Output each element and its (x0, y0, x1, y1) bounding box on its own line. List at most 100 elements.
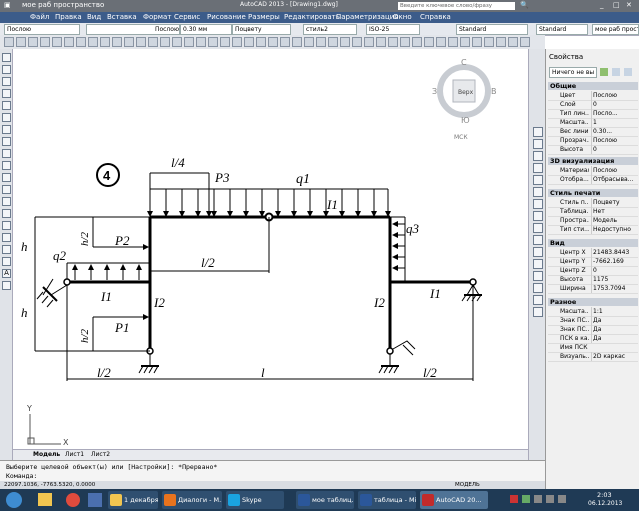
tray-icon[interactable] (522, 495, 530, 503)
menu-format[interactable]: Формат (143, 13, 171, 21)
add-selection-icon[interactable] (600, 68, 608, 76)
spline-icon[interactable] (2, 149, 11, 158)
prop-value[interactable]: Да (591, 316, 639, 325)
tool-icon[interactable] (52, 37, 62, 47)
task-1-dec[interactable]: 1 декабря (108, 491, 158, 509)
copy-icon[interactable] (533, 139, 543, 149)
viewcube-south[interactable]: Ю (461, 116, 470, 125)
tool-icon[interactable] (328, 37, 338, 47)
tab-sheet2[interactable]: Лист2 (91, 451, 110, 458)
tool-icon[interactable] (436, 37, 446, 47)
task-autocad[interactable]: AutoCAD 20... (420, 491, 488, 509)
prop-value[interactable]: Да (591, 325, 639, 334)
section-misc[interactable]: Разное (548, 298, 638, 306)
prop-value[interactable]: Послою (591, 166, 639, 175)
viewcube-north[interactable]: С (461, 58, 467, 67)
clock-date[interactable]: 06.12.2013 (588, 500, 622, 507)
tool-icon[interactable] (76, 37, 86, 47)
prop-value[interactable]: 1:1 (591, 307, 639, 316)
prop-value[interactable]: 0 (591, 145, 639, 154)
point-icon[interactable] (2, 209, 11, 218)
tool-icon[interactable] (232, 37, 242, 47)
section-view[interactable]: Вид (548, 239, 638, 247)
tool-icon[interactable] (16, 37, 26, 47)
tool-icon[interactable] (28, 37, 38, 47)
dimstyle-select[interactable]: ISO-25 (366, 24, 420, 35)
section-plot-style[interactable]: Стиль печати (548, 189, 638, 197)
chamfer-icon[interactable] (533, 283, 543, 293)
prop-value[interactable]: Нет (591, 207, 639, 216)
menu-parametric[interactable]: Параметризация (336, 13, 398, 21)
viewcube-wcs[interactable]: МСК (454, 134, 468, 141)
prop-value[interactable]: Послою (591, 136, 639, 145)
drawing-canvas[interactable]: 4 q1 P3 l/4 q2 q3 P2 P1 l/2 l/2 l l/2 h … (13, 49, 528, 449)
circle-icon[interactable] (2, 125, 11, 134)
prop-value[interactable]: Отбрасыва... (591, 175, 639, 184)
tool-icon[interactable] (388, 37, 398, 47)
tool-icon[interactable] (520, 37, 530, 47)
task-word-1[interactable]: мое таблиц... (296, 491, 354, 509)
menu-file[interactable]: Файл (30, 13, 49, 21)
menu-tools[interactable]: Сервис (174, 13, 200, 21)
text-tool-icon[interactable]: A (2, 269, 11, 278)
tool-icon[interactable] (340, 37, 350, 47)
quick-select-icon[interactable] (624, 68, 632, 76)
polyline-icon[interactable] (2, 77, 11, 86)
prop-value[interactable]: 1175 (591, 275, 639, 284)
line-tool-icon[interactable] (2, 53, 11, 62)
prop-value[interactable]: -7662.169 (591, 257, 639, 266)
menu-view[interactable]: Вид (87, 13, 101, 21)
tool-icon[interactable] (172, 37, 182, 47)
workspace-name[interactable]: мое раб пространство (22, 1, 104, 9)
tool-icon[interactable] (352, 37, 362, 47)
region-icon[interactable] (2, 245, 11, 254)
tool-icon[interactable] (208, 37, 218, 47)
tray-icon[interactable] (510, 495, 518, 503)
plotstyle-select[interactable]: Поцвету (232, 24, 291, 35)
tool-icon[interactable] (412, 37, 422, 47)
tool-icon[interactable] (376, 37, 386, 47)
prop-value[interactable]: Да (591, 334, 639, 343)
viewcube-west[interactable]: З (432, 87, 437, 96)
tab-model[interactable]: Модель (33, 451, 60, 458)
linetype-select[interactable]: Послою (86, 24, 180, 35)
lineweight-select[interactable]: 0.30 мм (180, 24, 232, 35)
prop-value[interactable]: Недоступно (591, 225, 639, 234)
array-icon[interactable] (533, 175, 543, 185)
polygon-icon[interactable] (2, 89, 11, 98)
tool-icon[interactable] (268, 37, 278, 47)
tool-icon[interactable] (472, 37, 482, 47)
mirror-icon[interactable] (533, 151, 543, 161)
menu-edit[interactable]: Правка (55, 13, 82, 21)
close-icon[interactable]: ✕ (626, 1, 632, 9)
erase-icon[interactable] (533, 127, 543, 137)
search-input[interactable]: Введите ключевое слово/фразу (398, 2, 515, 10)
offset-icon[interactable] (533, 163, 543, 173)
tool-icon[interactable] (304, 37, 314, 47)
gradient-icon[interactable] (2, 233, 11, 242)
section-general[interactable]: Общие (548, 82, 638, 90)
tool-icon[interactable] (256, 37, 266, 47)
viewcube-top-label[interactable]: Верх (458, 89, 474, 96)
tool-icon[interactable] (292, 37, 302, 47)
tool-icon[interactable] (184, 37, 194, 47)
rectangle-icon[interactable] (2, 101, 11, 110)
construction-line-icon[interactable] (2, 65, 11, 74)
tool-icon[interactable] (244, 37, 254, 47)
ellipse-icon[interactable] (2, 161, 11, 170)
tool-icon[interactable] (484, 37, 494, 47)
app-icon[interactable]: ▣ (4, 1, 11, 9)
search-icon[interactable]: 🔍 (520, 1, 529, 9)
tool-icon[interactable] (40, 37, 50, 47)
tool-icon[interactable] (316, 37, 326, 47)
prop-value[interactable]: 2D каркас (591, 352, 639, 361)
prop-value[interactable]: Посло... (591, 109, 639, 118)
menu-draw[interactable]: Рисование (207, 13, 246, 21)
restore-icon[interactable]: □ (613, 1, 620, 9)
tool-icon[interactable] (424, 37, 434, 47)
prop-value[interactable]: 0 (591, 100, 639, 109)
viewcube-east[interactable]: В (491, 87, 497, 96)
make-block-icon[interactable] (2, 197, 11, 206)
model-space-toggle[interactable]: МОДЕЛЬ (455, 482, 480, 488)
break-icon[interactable] (533, 259, 543, 269)
